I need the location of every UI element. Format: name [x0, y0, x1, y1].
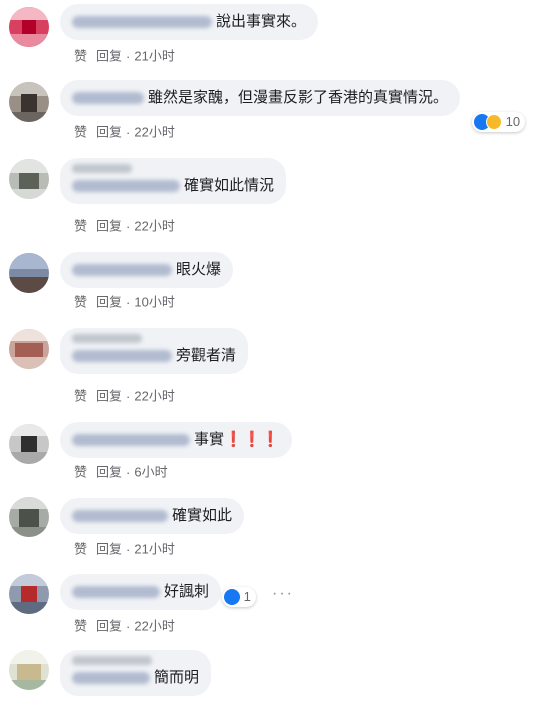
reactions-badge[interactable]: 10: [472, 112, 526, 132]
like-button[interactable]: 赞: [74, 219, 87, 234]
comment-actions: 赞回复 · 10小时: [74, 294, 175, 311]
comment-text: 簡而明: [154, 669, 200, 687]
comment-timestamp[interactable]: 22小时: [134, 619, 174, 634]
avatar[interactable]: [9, 7, 49, 47]
comment-bubble: 旁觀者清: [60, 328, 249, 375]
comment-bubble: 好諷刺: [60, 574, 222, 611]
sad-face-icon: [486, 113, 502, 130]
reply-button[interactable]: 回复: [96, 295, 122, 310]
reactions-badge[interactable]: 1: [222, 587, 256, 607]
separator-dot: ·: [126, 541, 131, 557]
avatar[interactable]: [9, 497, 49, 537]
separator-dot: ·: [126, 48, 131, 64]
author-name-redacted: [72, 656, 152, 665]
author-name-redacted[interactable]: [72, 672, 150, 685]
avatar[interactable]: [9, 424, 49, 464]
separator-dot: ·: [126, 618, 131, 634]
author-name-redacted[interactable]: [72, 264, 172, 277]
comment-bubble: 確實如此情況: [60, 158, 287, 205]
separator-dot: ·: [126, 464, 131, 480]
comment-timestamp[interactable]: 22小时: [134, 219, 174, 234]
comment-bubble: 眼火爆: [60, 252, 234, 289]
separator-dot: ·: [126, 294, 131, 310]
like-icon: [224, 588, 240, 605]
comment-timestamp[interactable]: 21小时: [134, 542, 174, 557]
like-button[interactable]: 赞: [74, 389, 87, 404]
reply-button[interactable]: 回复: [96, 465, 122, 480]
comment-text: 好諷刺: [164, 583, 210, 601]
reply-button[interactable]: 回复: [96, 619, 122, 634]
comment-actions: 赞回复 · 22小时: [74, 218, 175, 235]
avatar[interactable]: [9, 253, 49, 293]
comment-timestamp[interactable]: 22小时: [134, 125, 174, 140]
comment-bubble: 確實如此: [60, 498, 245, 535]
reply-button[interactable]: 回复: [96, 219, 122, 234]
reply-button[interactable]: 回复: [96, 542, 122, 557]
like-button[interactable]: 赞: [74, 295, 87, 310]
comment-actions: 赞回复 · 6小时: [74, 464, 168, 481]
comment-timestamp[interactable]: 10小时: [134, 295, 174, 310]
author-name-redacted[interactable]: [72, 350, 172, 363]
reply-button[interactable]: 回复: [96, 389, 122, 404]
avatar[interactable]: [9, 574, 49, 614]
separator-dot: ·: [126, 218, 131, 234]
like-button[interactable]: 赞: [74, 542, 87, 557]
comment-bubble: 簡而明: [60, 650, 212, 697]
comment-actions: 赞回复 · 22小时: [74, 388, 175, 405]
comment-actions: 赞回复 · 21小时: [74, 48, 175, 65]
comment-timestamp[interactable]: 21小时: [134, 49, 174, 64]
comment-text: 說出事實來。: [216, 13, 307, 31]
comment-bubble: 雖然是家醜，但漫畫反影了香港的真實情況。: [60, 80, 461, 117]
comment-timestamp[interactable]: 6小时: [134, 465, 167, 480]
avatar[interactable]: [9, 82, 49, 122]
exclamation-emoji: ❗❗❗: [224, 431, 281, 448]
avatar[interactable]: [9, 159, 49, 199]
comment-actions: 赞回复 · 21小时: [74, 541, 175, 558]
reply-button[interactable]: 回复: [96, 49, 122, 64]
author-name-redacted: [72, 334, 142, 343]
avatar[interactable]: [9, 329, 49, 369]
author-name-redacted[interactable]: [72, 180, 180, 193]
more-options-icon[interactable]: ···: [272, 585, 294, 603]
like-button[interactable]: 赞: [74, 465, 87, 480]
reaction-count: 1: [243, 589, 251, 604]
comment-text: 確實如此: [172, 507, 233, 525]
like-button[interactable]: 赞: [74, 125, 87, 140]
avatar[interactable]: [9, 650, 49, 690]
comment-text: 眼火爆: [176, 261, 222, 279]
comment-text: 確實如此情況: [184, 177, 275, 195]
comment-actions: 赞回复 · 22小时: [74, 618, 175, 635]
author-name-redacted: [72, 164, 132, 173]
author-name-redacted[interactable]: [72, 16, 212, 29]
separator-dot: ·: [126, 388, 131, 404]
comment-text: 事實: [194, 431, 225, 449]
like-button[interactable]: 赞: [74, 619, 87, 634]
comment-text: 旁觀者清: [176, 347, 237, 365]
author-name-redacted[interactable]: [72, 92, 144, 105]
author-name-redacted[interactable]: [72, 434, 190, 447]
reaction-count: 10: [505, 114, 521, 129]
comment-text: 雖然是家醜，但漫畫反影了香港的真實情況。: [148, 89, 449, 107]
comment-bubble: 說出事實來。: [60, 4, 319, 41]
author-name-redacted[interactable]: [72, 510, 168, 523]
like-button[interactable]: 赞: [74, 49, 87, 64]
comment-bubble: 事實❗❗❗: [60, 422, 293, 459]
separator-dot: ·: [126, 124, 131, 140]
comment-actions: 赞回复 · 22小时: [74, 124, 175, 141]
comment-timestamp[interactable]: 22小时: [134, 389, 174, 404]
author-name-redacted[interactable]: [72, 586, 160, 599]
reply-button[interactable]: 回复: [96, 125, 122, 140]
